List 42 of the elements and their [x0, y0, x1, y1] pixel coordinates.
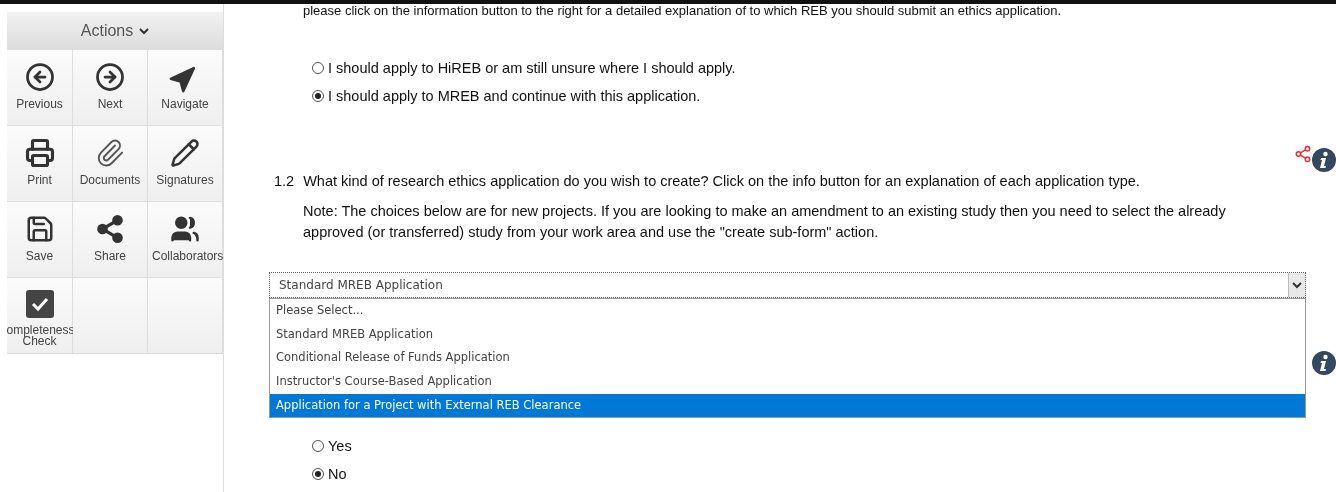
checkbox-icon — [25, 290, 54, 318]
radio-button[interactable] — [312, 62, 324, 74]
share-icon — [95, 214, 125, 244]
radio-label: I should apply to HiREB or am still unsure where I should apply. — [328, 60, 736, 76]
radio-option[interactable]: I should apply to HiREB or am still unsure where I should apply. — [312, 60, 1336, 76]
action-button[interactable]: Next — [73, 50, 148, 126]
radio-option[interactable]: Yes — [312, 438, 1336, 454]
action-button[interactable]: Save — [7, 202, 73, 278]
people-icon — [170, 214, 200, 244]
radio-label: Yes — [328, 438, 352, 454]
info-icon[interactable] — [1312, 148, 1336, 172]
action-button[interactable]: Documents — [73, 126, 148, 202]
chevron-down-icon — [139, 27, 150, 35]
action-button[interactable]: Navigate — [148, 50, 223, 126]
dropdown-option[interactable]: Application for a Project with External REB Clearance — [270, 393, 1305, 418]
note-text: Note: The choices below are for new projects. If you are looking to make an amendment to an existing study then you need to select the already approved (or transferred) study from your work area and use the "create sub-form" action. — [303, 202, 1227, 242]
radio-option[interactable]: I should apply to MREB and continue with this application. — [312, 88, 1336, 104]
question-text: What kind of research ethics application do you wish to create? Click on the info button for an explanation of each application type. — [303, 173, 1140, 189]
action-button[interactable]: Print — [7, 126, 73, 202]
radio-label: No — [328, 466, 347, 482]
actions-menu-button[interactable]: Actions — [7, 12, 223, 50]
radio-label: I should apply to MREB and continue with this application. — [328, 88, 701, 104]
application-type-select[interactable]: Standard MREB Application — [269, 272, 1306, 298]
radio-option[interactable]: No — [312, 466, 1336, 482]
radio-button[interactable] — [312, 440, 324, 452]
chevron-down-icon — [1292, 281, 1302, 289]
pencil-icon — [170, 138, 200, 168]
question-number: 1.2 — [274, 173, 295, 189]
intro-text: please click on the information button to the right for a detailed explanation of to which REB you should submit an ethics application. — [303, 4, 1063, 18]
left-arrow-circle-icon — [24, 62, 55, 92]
action-button[interactable]: Previous — [7, 50, 73, 126]
paperclip-icon — [95, 138, 125, 168]
action-button[interactable]: Share — [73, 202, 148, 278]
radio-button[interactable] — [312, 468, 324, 480]
action-button[interactable]: ompleteness Check — [7, 278, 73, 354]
right-arrow-circle-icon — [95, 62, 125, 92]
action-button[interactable]: Collaborators — [148, 202, 223, 278]
action-button[interactable]: Signatures — [148, 126, 223, 202]
radio-button[interactable] — [312, 90, 324, 102]
share-icon[interactable] — [1294, 145, 1312, 163]
printer-icon — [24, 138, 55, 168]
info-icon[interactable] — [1312, 351, 1336, 375]
